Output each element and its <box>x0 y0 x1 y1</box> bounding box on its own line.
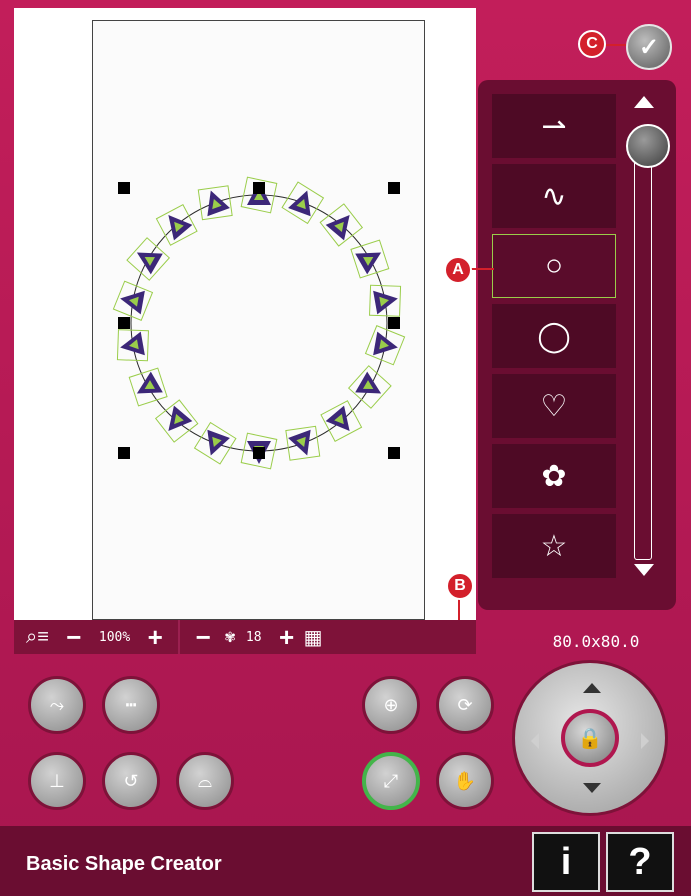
repeat-increase-button[interactable]: + <box>272 622 302 653</box>
callout-a-line <box>470 268 494 270</box>
move-down-arrow[interactable] <box>583 783 601 793</box>
stitch-motif <box>347 365 392 409</box>
shape-list: ⇀ ∿ ○ ◯ ♡ ✿ ☆ <box>492 94 616 584</box>
toolbar-divider <box>178 620 181 654</box>
resize-handle[interactable] <box>388 317 400 329</box>
callout-c: C <box>578 30 606 58</box>
stitch-motif <box>126 237 171 281</box>
rotate-frame-icon: ⟳ <box>457 694 473 715</box>
zoom-level: 100% <box>98 629 131 645</box>
move-up-arrow[interactable] <box>583 683 601 693</box>
resize-handle[interactable] <box>253 182 265 194</box>
pan-button[interactable]: ✋ <box>436 752 494 810</box>
stitch-path-ring <box>130 194 388 452</box>
confirm-button[interactable]: ✓ <box>626 24 672 70</box>
help-icon: ? <box>628 840 652 883</box>
shape-panel: ⇀ ∿ ○ ◯ ♡ ✿ ☆ <box>478 80 676 610</box>
center-icon: ⊕ <box>383 694 399 715</box>
stitch-motif <box>197 185 233 221</box>
zoom-in-button[interactable]: + <box>140 622 170 653</box>
shape-star-button[interactable]: ☆ <box>492 514 616 578</box>
repeat-decrease-button[interactable]: − <box>188 622 218 653</box>
hand-icon: ✋ <box>453 770 477 791</box>
design-dimensions: 80.0x80.0 <box>552 632 640 651</box>
stitch-motif <box>281 181 325 225</box>
stitch-motif <box>193 421 237 465</box>
move-left-arrow[interactable] <box>531 733 539 749</box>
wave-icon: ∿ <box>541 179 567 213</box>
circle-arrow-icon: ◯ <box>537 319 571 353</box>
align-button[interactable]: ⊥ <box>28 752 86 810</box>
resize-handle[interactable] <box>118 317 130 329</box>
rotate-button[interactable]: ↺ <box>102 752 160 810</box>
scale-button[interactable]: ⤢ <box>362 752 420 810</box>
position-joystick[interactable]: 🔒 <box>512 660 668 816</box>
stitch-spacing-button[interactable]: ┅ <box>102 676 160 734</box>
resize-handle[interactable] <box>118 182 130 194</box>
embroidery-canvas[interactable] <box>14 8 476 620</box>
resize-handle[interactable] <box>118 447 130 459</box>
checkmark-icon: ✓ <box>638 33 660 61</box>
info-button[interactable]: i <box>532 832 600 892</box>
rotate-frame-button[interactable]: ⟳ <box>436 676 494 734</box>
lock-button[interactable]: 🔒 <box>561 709 619 767</box>
info-icon: i <box>560 840 572 883</box>
zoom-toolbar: ⌕≡ − 100% + − ✾ 18 + ▦ <box>14 620 476 654</box>
repeat-count: 18 <box>245 629 262 645</box>
shape-circle-button[interactable]: ○ <box>492 234 616 298</box>
callout-a: A <box>444 256 472 284</box>
shape-design[interactable] <box>104 168 414 478</box>
center-design-button[interactable]: ⊕ <box>362 676 420 734</box>
stitch-motif <box>364 325 406 366</box>
help-button[interactable]: ? <box>606 832 674 892</box>
stitch-path-button[interactable]: ⤳ <box>28 676 86 734</box>
window-title: Basic Shape Creator <box>26 853 222 875</box>
star-icon: ☆ <box>540 529 568 563</box>
resize-handle[interactable] <box>253 447 265 459</box>
stitch-motif <box>369 284 402 317</box>
shape-circle-arrow-button[interactable]: ◯ <box>492 304 616 368</box>
stitch-motif <box>112 280 154 321</box>
shape-line-button[interactable]: ⇀ <box>492 94 616 158</box>
arc-button[interactable]: ⌓ <box>176 752 234 810</box>
zoom-out-button[interactable]: − <box>59 622 89 653</box>
butterfly-icon: ✾ <box>224 628 236 645</box>
shape-wave-button[interactable]: ∿ <box>492 164 616 228</box>
scroll-down-arrow[interactable] <box>634 564 654 576</box>
curve-icon: ⤳ <box>49 694 65 715</box>
stitch-motif <box>116 329 149 362</box>
shape-flower-button[interactable]: ✿ <box>492 444 616 508</box>
callout-b: B <box>446 572 474 600</box>
lock-icon: 🔒 <box>577 727 603 750</box>
arc-icon: ⌓ <box>197 770 213 791</box>
scroll-track[interactable] <box>634 140 652 560</box>
circle-icon: ○ <box>544 249 564 282</box>
zoom-tool-icon[interactable]: ⌕≡ <box>26 626 49 649</box>
scroll-thumb[interactable] <box>626 124 670 168</box>
align-icon: ⊥ <box>49 770 65 791</box>
stitch-motif <box>350 239 390 279</box>
resize-handle[interactable] <box>388 182 400 194</box>
move-right-arrow[interactable] <box>641 733 649 749</box>
resize-handle[interactable] <box>388 447 400 459</box>
rotate-icon: ↺ <box>123 770 139 791</box>
callout-c-line <box>604 44 626 46</box>
stitch-motif <box>128 367 168 407</box>
heart-icon: ♡ <box>540 389 568 423</box>
dotted-line-icon: ┅ <box>125 694 137 715</box>
scroll-up-arrow[interactable] <box>634 96 654 108</box>
calculator-icon[interactable]: ▦ <box>304 625 323 650</box>
shape-heart-button[interactable]: ♡ <box>492 374 616 438</box>
stitch-motif <box>285 425 321 461</box>
flower-icon: ✿ <box>541 459 567 493</box>
scale-icon: ⤢ <box>383 770 399 791</box>
line-icon: ⇀ <box>541 109 567 143</box>
